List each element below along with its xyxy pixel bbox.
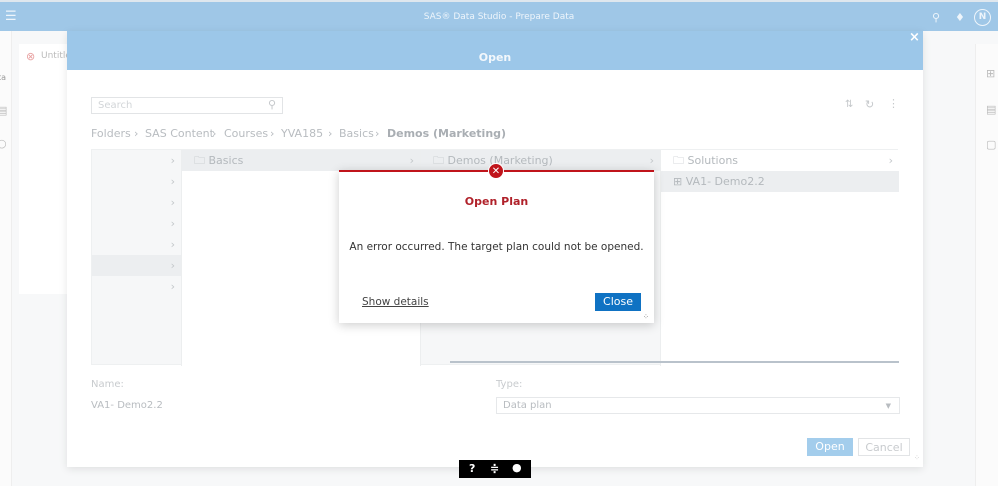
error-message: An error occurred. The target plan could… xyxy=(349,241,644,253)
app-header: ☰ SAS® Data Studio - Prepare Data ⚲ ♦ N xyxy=(0,0,998,31)
column-1: › › › › › › › xyxy=(92,150,182,366)
type-select[interactable]: Data plan ▼ xyxy=(496,397,900,414)
horizontal-scrollbar[interactable] xyxy=(450,361,899,363)
refresh-icon[interactable]: ↻ xyxy=(865,98,874,111)
search-input[interactable]: Search xyxy=(91,97,283,114)
open-dialog: Open × Search ⚲ ⇅ ↻ ⋮ Folders › SAS Cont… xyxy=(67,30,923,467)
comment-icon[interactable]: ▢ xyxy=(986,138,996,151)
folder-icon: 🗀 xyxy=(433,154,444,167)
grid-icon[interactable]: ⊞ xyxy=(986,67,995,80)
column-4: 🗀 Solutions › ⊞ VA1- Demo2.2 xyxy=(661,150,899,366)
close-icon[interactable]: × xyxy=(909,30,920,45)
notification-icon[interactable]: ♦ xyxy=(955,11,965,24)
avatar[interactable]: N xyxy=(974,9,991,26)
search-icon[interactable]: ⚲ xyxy=(268,98,276,111)
folder-icon: 🗀 xyxy=(673,154,684,167)
settings-icon[interactable]: ≑ xyxy=(490,462,499,475)
list-item[interactable]: › xyxy=(92,171,181,192)
resize-handle[interactable]: ⁘ xyxy=(643,313,649,321)
open-button[interactable]: Open xyxy=(807,438,853,456)
sidebar-label: ta xyxy=(0,73,7,82)
bulb-icon[interactable]: ○ xyxy=(0,137,7,150)
help-toolbar: ? ≑ ● xyxy=(459,460,531,478)
list-item[interactable]: › xyxy=(92,213,181,234)
breadcrumb-item[interactable]: Folders xyxy=(91,127,131,140)
table-icon[interactable]: ▤ xyxy=(0,104,7,117)
list-item[interactable]: 🗀 Solutions › xyxy=(661,150,899,171)
resize-handle[interactable]: ⁘ xyxy=(914,454,920,462)
error-title: Open Plan xyxy=(464,195,529,208)
breadcrumb-item[interactable]: Courses xyxy=(224,127,268,140)
type-label: Type: xyxy=(496,379,523,390)
error-dialog: ✕ Open Plan An error occurred. The targe… xyxy=(339,163,654,323)
cancel-button[interactable]: Cancel xyxy=(858,438,910,456)
breadcrumb-item[interactable]: Basics xyxy=(339,127,374,140)
chevron-down-icon: ▼ xyxy=(885,402,891,410)
close-button[interactable]: Close xyxy=(595,293,641,311)
list-item[interactable]: ⊞ VA1- Demo2.2 xyxy=(661,171,899,192)
list-item[interactable]: › xyxy=(92,255,181,276)
more-icon[interactable]: ⋮ xyxy=(888,97,899,110)
list-icon[interactable]: ▤ xyxy=(986,103,996,116)
plan-icon: ⊞ xyxy=(673,175,683,188)
right-sidebar: ⊞ ▤ ▢ xyxy=(975,44,998,486)
breadcrumb-item[interactable]: YVA185 xyxy=(281,127,323,140)
dialog-header: Open × xyxy=(67,30,923,70)
left-sidebar: ta ▤ ○ xyxy=(0,31,12,486)
folder-icon: 🗀 xyxy=(194,154,205,167)
chat-icon[interactable]: ● xyxy=(512,461,522,474)
list-item[interactable]: › xyxy=(92,234,181,255)
error-icon: ✕ xyxy=(488,163,504,179)
name-field[interactable]: VA1- Demo2.2 xyxy=(91,400,163,411)
app-title: SAS® Data Studio - Prepare Data xyxy=(423,12,575,22)
close-tab-icon[interactable]: ⊗ xyxy=(26,50,35,63)
dialog-title: Open xyxy=(478,51,512,64)
list-item[interactable]: 🗀 Basics › xyxy=(182,150,420,171)
list-item[interactable]: › xyxy=(92,276,181,297)
breadcrumb-current: Demos (Marketing) xyxy=(387,127,507,140)
name-label: Name: xyxy=(91,379,124,390)
show-details-link[interactable]: Show details xyxy=(362,296,429,308)
search-icon[interactable]: ⚲ xyxy=(932,11,940,24)
list-item[interactable]: › xyxy=(92,150,181,171)
list-item[interactable]: 🗀 Demos (Marketing) › xyxy=(421,150,660,171)
sort-icon[interactable]: ⇅ xyxy=(845,99,853,110)
help-icon[interactable]: ? xyxy=(469,462,475,475)
list-item[interactable]: › xyxy=(92,192,181,213)
breadcrumb-item[interactable]: SAS Content xyxy=(145,127,214,140)
